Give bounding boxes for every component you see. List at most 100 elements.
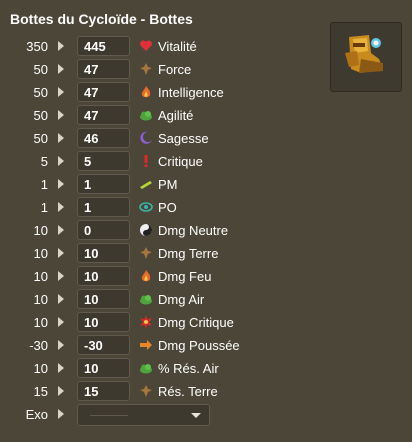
stat-row-air-resistance: 10 % Rés. Air: [0, 357, 330, 380]
item-thumbnail: [330, 22, 402, 92]
stat-base-value: 50: [33, 85, 48, 100]
neutral-icon: [140, 224, 152, 236]
apply-arrow-icon[interactable]: [58, 179, 64, 189]
stat-label: Vitalité: [158, 39, 197, 54]
wisdom-icon: [140, 131, 152, 144]
apply-arrow-icon[interactable]: [58, 409, 64, 419]
stat-row-vitality: 350 Vitalité: [0, 35, 330, 58]
apply-arrow-icon[interactable]: [58, 294, 64, 304]
stat-label: PO: [158, 200, 177, 215]
stat-input[interactable]: [77, 358, 130, 378]
stat-row-earth-resistance: 15 Rés. Terre: [0, 380, 330, 403]
stat-row-wisdom: 50 Sagesse: [0, 127, 330, 150]
stat-input[interactable]: [77, 335, 130, 355]
earth-icon: [140, 385, 152, 397]
stat-label: Dmg Critique: [158, 315, 234, 330]
stat-input[interactable]: [77, 128, 130, 148]
stat-row-neutral-damage: 10 Dmg Neutre: [0, 219, 330, 242]
pushback-icon: [140, 340, 152, 350]
stat-label: Dmg Poussée: [158, 338, 240, 353]
apply-arrow-icon[interactable]: [58, 386, 64, 396]
stat-input[interactable]: [77, 266, 130, 286]
stat-input[interactable]: [77, 174, 130, 194]
apply-arrow-icon[interactable]: [58, 248, 64, 258]
stat-label: Rés. Terre: [158, 384, 218, 399]
stat-base-value: 5: [40, 154, 48, 169]
stat-base-value: 1: [40, 177, 48, 192]
stat-base-value: 1: [40, 200, 48, 215]
stat-row-fire-damage: 10 Dmg Feu: [0, 265, 330, 288]
stat-label: Dmg Neutre: [158, 223, 229, 238]
stats-list: 350 Vitalité 50 Force 50 Intelligence 50…: [0, 35, 330, 426]
exo-label: Exo: [25, 407, 48, 422]
stat-row-agility: 50 Agilité: [0, 104, 330, 127]
stat-row-intelligence: 50 Intelligence: [0, 81, 330, 104]
stat-base-value: 10: [33, 361, 48, 376]
movement-icon: [140, 181, 152, 189]
stat-label: Agilité: [158, 108, 194, 123]
apply-arrow-icon[interactable]: [58, 363, 64, 373]
apply-arrow-icon[interactable]: [58, 87, 64, 97]
stat-row-pushback-damage: -30 Dmg Poussée: [0, 334, 330, 357]
stat-input[interactable]: [77, 381, 130, 401]
stat-label: Intelligence: [158, 85, 224, 100]
air-icon: [140, 295, 152, 305]
earth-icon: [140, 247, 152, 259]
stat-input[interactable]: [77, 82, 130, 102]
apply-arrow-icon[interactable]: [58, 64, 64, 74]
stat-label: Dmg Feu: [158, 269, 212, 284]
air-icon: [140, 364, 152, 374]
stat-row-air-damage: 10 Dmg Air: [0, 288, 330, 311]
exo-row: Exo: [0, 403, 330, 426]
stat-input[interactable]: [77, 289, 130, 309]
item-title: Bottes du Cycloïde - Bottes: [10, 11, 193, 27]
air-icon: [140, 111, 152, 121]
stat-label: Dmg Terre: [158, 246, 219, 261]
stat-input[interactable]: [77, 59, 130, 79]
stat-input[interactable]: [77, 105, 130, 125]
stat-input[interactable]: [77, 151, 130, 171]
apply-arrow-icon[interactable]: [58, 225, 64, 235]
stat-base-value: 15: [33, 384, 48, 399]
apply-arrow-icon[interactable]: [58, 156, 64, 166]
stat-base-value: 50: [33, 62, 48, 77]
stat-row-critical: 5 Critique: [0, 150, 330, 173]
stat-row-critical-damage: 10 Dmg Critique: [0, 311, 330, 334]
exo-selected-value: [90, 415, 128, 416]
apply-arrow-icon[interactable]: [58, 133, 64, 143]
stat-input[interactable]: [77, 197, 130, 217]
stat-base-value: 10: [33, 246, 48, 261]
fire-icon: [141, 86, 151, 98]
stat-base-value: 50: [33, 131, 48, 146]
chevron-down-icon[interactable]: [191, 413, 201, 418]
stat-input[interactable]: [77, 312, 130, 332]
apply-arrow-icon[interactable]: [58, 41, 64, 51]
stat-input[interactable]: [77, 36, 130, 56]
stat-row-range: 1 PO: [0, 196, 330, 219]
critical-icon: [144, 155, 148, 167]
heart-icon: [139, 40, 153, 51]
stat-label: Dmg Air: [158, 292, 205, 307]
apply-arrow-icon[interactable]: [58, 202, 64, 212]
fire-icon: [141, 270, 151, 282]
stat-input[interactable]: [77, 220, 130, 240]
stat-label: Sagesse: [158, 131, 209, 146]
stat-input[interactable]: [77, 243, 130, 263]
stat-base-value: 10: [33, 292, 48, 307]
apply-arrow-icon[interactable]: [58, 271, 64, 281]
critical-damage-icon: [140, 315, 152, 329]
stat-base-value: 50: [33, 108, 48, 123]
stat-label: Force: [158, 62, 192, 77]
stat-base-value: 10: [33, 223, 48, 238]
stat-label: Critique: [158, 154, 203, 169]
exo-select[interactable]: [77, 404, 210, 426]
apply-arrow-icon[interactable]: [58, 317, 64, 327]
stat-row-earth-damage: 10 Dmg Terre: [0, 242, 330, 265]
boots-icon: [345, 35, 383, 73]
earth-icon: [140, 63, 152, 75]
apply-arrow-icon[interactable]: [58, 110, 64, 120]
range-icon: [139, 202, 153, 212]
stat-base-value: -30: [29, 338, 48, 353]
apply-arrow-icon[interactable]: [58, 340, 64, 350]
stat-label: % Rés. Air: [158, 361, 219, 376]
